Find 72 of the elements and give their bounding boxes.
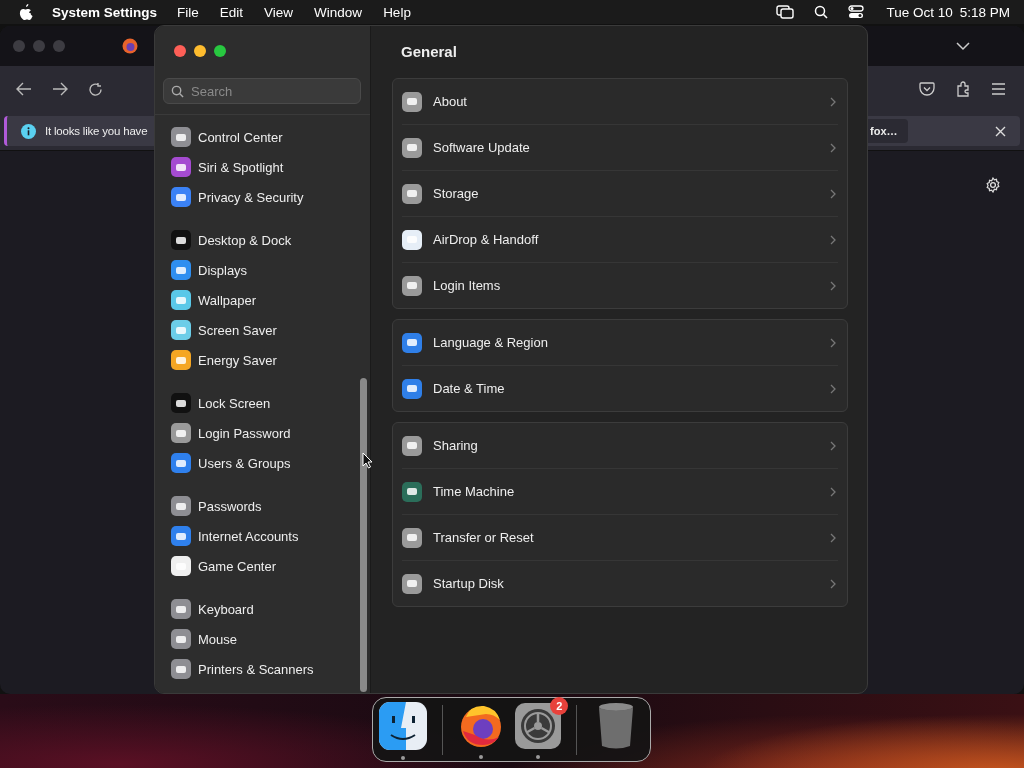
settings-row[interactable]: Date & Time bbox=[402, 366, 838, 411]
sidebar-item[interactable]: Printers & Scanners bbox=[171, 654, 370, 684]
settings-row[interactable]: Login Items bbox=[402, 263, 838, 308]
settings-row[interactable]: Sharing bbox=[402, 423, 838, 469]
settings-row[interactable]: Transfer or Reset bbox=[402, 515, 838, 561]
apple-logo-icon[interactable] bbox=[18, 3, 33, 21]
chevron-down-icon[interactable] bbox=[956, 41, 970, 51]
sidebar-item[interactable]: Game Center bbox=[171, 551, 370, 581]
close-window-button[interactable] bbox=[174, 45, 186, 57]
gear-app-icon[interactable] bbox=[514, 702, 561, 749]
sidebar-item[interactable]: Login Password bbox=[171, 418, 370, 448]
menu-item[interactable]: Window bbox=[314, 4, 363, 20]
settings-row[interactable]: Storage bbox=[402, 171, 838, 217]
menu-item[interactable]: Edit bbox=[219, 4, 244, 20]
scrollbar[interactable] bbox=[360, 378, 367, 692]
app-menu[interactable]: System Settings bbox=[52, 4, 158, 20]
settings-row[interactable]: About bbox=[402, 79, 838, 125]
sidebar-item[interactable]: Passwords bbox=[171, 491, 370, 521]
chevron-right-icon bbox=[830, 234, 836, 245]
search-icon[interactable] bbox=[814, 5, 829, 19]
sidebar-item[interactable]: Mouse bbox=[171, 624, 370, 654]
menu-item[interactable]: View bbox=[264, 4, 294, 20]
chevron-right-icon bbox=[830, 532, 836, 543]
minimize-window-button[interactable] bbox=[194, 45, 206, 57]
control-center-icon[interactable] bbox=[848, 5, 865, 19]
puzzle-piece-icon[interactable] bbox=[955, 81, 971, 97]
menu-bar-date[interactable]: Tue Oct 10 bbox=[886, 4, 953, 20]
chevron-right-icon bbox=[830, 440, 836, 451]
menu-item[interactable]: Help bbox=[383, 4, 411, 20]
chevron-right-icon bbox=[830, 280, 836, 291]
back-arrow-icon[interactable] bbox=[16, 82, 32, 96]
chevron-right-icon bbox=[830, 337, 836, 348]
info-icon bbox=[21, 123, 36, 139]
settings-icon[interactable] bbox=[985, 177, 1001, 193]
settings-row[interactable]: AirDrop & Handoff bbox=[402, 217, 838, 263]
sidebar-item[interactable]: Screen Saver bbox=[171, 315, 370, 345]
sidebar-item[interactable]: Siri & Spotlight bbox=[171, 152, 370, 182]
smiling-face-app-icon[interactable] bbox=[379, 701, 428, 750]
globe-tab-icon[interactable] bbox=[121, 37, 139, 55]
menu-bar-time[interactable]: 5:18 PM bbox=[959, 4, 1010, 20]
reload-icon[interactable] bbox=[88, 81, 103, 97]
sidebar-item[interactable]: Displays bbox=[171, 255, 370, 285]
notification-text: It looks like you have bbox=[45, 125, 148, 137]
chevron-right-icon bbox=[830, 188, 836, 199]
sidebar-item[interactable]: Keyboard bbox=[171, 594, 370, 624]
forward-arrow-icon[interactable] bbox=[52, 82, 68, 96]
pocket-icon[interactable] bbox=[919, 81, 935, 97]
notification-button[interactable]: fox… bbox=[868, 119, 908, 143]
settings-row[interactable]: Language & Region bbox=[402, 320, 838, 366]
page-title: General bbox=[401, 43, 458, 60]
settings-row[interactable]: Software Update bbox=[402, 125, 838, 171]
settings-row[interactable]: Time Machine bbox=[402, 469, 838, 515]
zoom-window-button[interactable] bbox=[214, 45, 226, 57]
chevron-right-icon bbox=[830, 578, 836, 589]
chevron-right-icon bbox=[830, 486, 836, 497]
menu-item[interactable]: File bbox=[177, 4, 199, 20]
settings-row[interactable]: Startup Disk bbox=[402, 561, 838, 606]
search-field[interactable]: Search bbox=[163, 78, 361, 104]
chevron-right-icon bbox=[830, 96, 836, 107]
chevron-right-icon bbox=[830, 383, 836, 394]
sidebar-item[interactable]: Control Center bbox=[171, 122, 370, 152]
notification-badge: 2 bbox=[550, 696, 569, 715]
sidebar-item[interactable]: Lock Screen bbox=[171, 388, 370, 418]
chevron-right-icon bbox=[830, 142, 836, 153]
sidebar-item[interactable]: Internet Accounts bbox=[171, 521, 370, 551]
screen-mirroring-icon[interactable] bbox=[776, 5, 795, 19]
sidebar-item[interactable]: Privacy & Security bbox=[171, 182, 370, 212]
sidebar-item[interactable]: Wallpaper bbox=[171, 285, 370, 315]
sidebar-item[interactable]: Energy Saver bbox=[171, 345, 370, 375]
close-icon[interactable] bbox=[995, 125, 1006, 137]
menu-icon[interactable] bbox=[991, 83, 1006, 95]
sidebar-item[interactable]: Desktop & Dock bbox=[171, 225, 370, 255]
